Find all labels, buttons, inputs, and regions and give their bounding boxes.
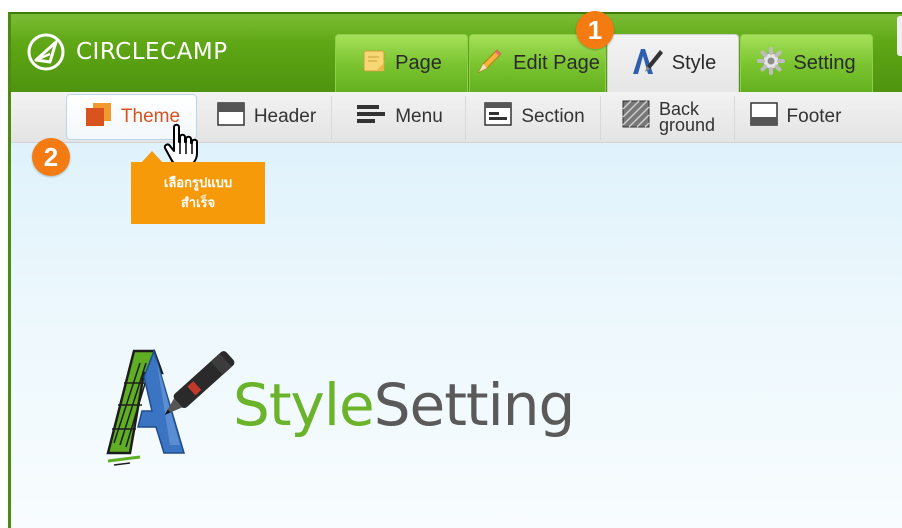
background-icon <box>621 99 651 135</box>
style-setting-logo-icon <box>100 333 245 472</box>
tooltip: เลือกรูปแบบ สำเร็จ <box>131 162 265 224</box>
subtab-footer-label: Footer <box>786 106 842 127</box>
menu-icon <box>355 103 387 131</box>
subtab-header-label: Header <box>253 106 317 127</box>
theme-icon <box>83 100 113 134</box>
tab-page-label: Page <box>395 52 442 74</box>
subtab-section[interactable]: Section <box>472 94 596 140</box>
style-icon <box>630 46 664 82</box>
tab-setting-label: Setting <box>793 52 856 74</box>
circlecamp-logo[interactable]: CIRCLECAMP <box>26 32 228 72</box>
window-corner <box>897 16 902 56</box>
step-1-badge: 1 <box>576 11 614 49</box>
subtab-header[interactable]: Header <box>205 94 327 140</box>
logo-mark-icon <box>26 32 66 72</box>
gear-icon <box>757 46 786 81</box>
header-icon <box>216 101 246 133</box>
hero-word-style: Style <box>233 371 375 439</box>
tab-setting[interactable]: Setting <box>740 34 873 92</box>
tab-page[interactable]: Page <box>335 34 468 92</box>
subtab-background-label: Back ground <box>658 99 716 135</box>
tooltip-line-2: สำเร็จ <box>180 196 216 211</box>
footer-icon <box>749 101 779 133</box>
subtab-background[interactable]: Back ground <box>606 94 730 140</box>
logo-text: CIRCLECAMP <box>76 39 228 65</box>
subtab-menu-label: Menu <box>395 106 443 127</box>
section-icon <box>483 101 513 133</box>
step-2-badge: 2 <box>32 138 70 176</box>
tooltip-line-1: เลือกรูปแบบ <box>163 176 233 191</box>
hero-word-setting: Setting <box>373 371 576 439</box>
note-icon <box>361 48 387 80</box>
subtab-footer[interactable]: Footer <box>740 94 850 140</box>
hero-title: StyleSetting <box>233 370 576 440</box>
tab-edit-page-label: Edit Page <box>513 52 600 74</box>
subtab-section-label: Section <box>521 106 585 127</box>
subtab-menu[interactable]: Menu <box>339 94 459 140</box>
tab-style[interactable]: Style <box>607 34 739 92</box>
tab-style-label: Style <box>671 52 717 74</box>
pencil-icon <box>475 46 505 82</box>
